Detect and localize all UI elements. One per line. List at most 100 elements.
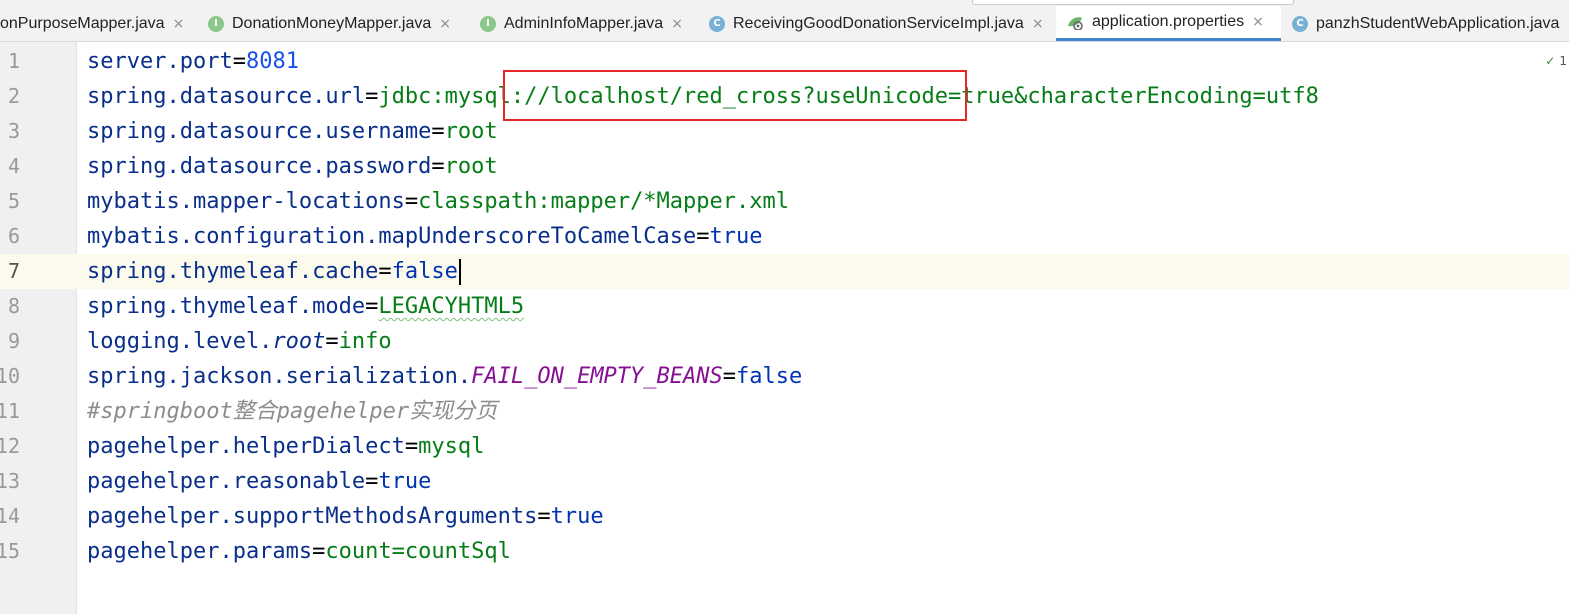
close-icon[interactable]: ×: [439, 16, 451, 32]
code-token: root: [444, 119, 498, 144]
code-token: false: [391, 259, 458, 284]
code-line[interactable]: 7 spring.thymeleaf.cache=false: [0, 254, 1569, 289]
code-token: false: [736, 364, 803, 389]
line-number: 6: [7, 224, 20, 248]
inspection-count: 1: [1559, 54, 1567, 68]
line-number: 15: [0, 539, 20, 563]
code-line[interactable]: 3 spring.datasource.username=root: [0, 114, 1569, 149]
class-icon: C: [709, 15, 725, 32]
code-line[interactable]: 11 #springboot整合pagehelper实现分页: [0, 394, 1569, 429]
close-icon[interactable]: ×: [173, 16, 185, 32]
line-number: 4: [7, 154, 20, 178]
code-token: true: [550, 504, 604, 529]
code-text[interactable]: pagehelper.params=count=countSql: [87, 534, 511, 569]
code-text[interactable]: #springboot整合pagehelper实现分页: [87, 394, 497, 429]
close-icon[interactable]: ×: [671, 16, 683, 32]
code-token: =: [325, 329, 339, 354]
line-number: 14: [0, 504, 20, 528]
code-token: mybatis.configuration.mapUnderscoreToCam…: [87, 224, 697, 249]
line-number: 10: [0, 364, 20, 388]
code-token: jdbc:mysql://localhost/red_cross?useUnic…: [378, 84, 1319, 109]
code-token: #springboot整合pagehelper实现分页: [87, 399, 498, 424]
tab-label: DonationMoneyMapper.java: [232, 14, 432, 32]
code-token: spring.datasource.url: [87, 84, 366, 109]
code-line[interactable]: 2 spring.datasource.url=jdbc:mysql://loca…: [0, 79, 1569, 114]
tab-onpurposemapper[interactable]: onPurposeMapper.java ×: [0, 6, 200, 41]
code-token: LEGACYHTML5: [378, 294, 525, 319]
code-token: 8081: [245, 49, 299, 74]
code-token: info: [338, 329, 392, 354]
code-line[interactable]: 12 pagehelper.helperDialect=mysql: [0, 429, 1569, 464]
code-line[interactable]: 15 pagehelper.params=count=countSql: [0, 534, 1569, 569]
code-token: mysql: [418, 434, 485, 459]
text-caret: [458, 259, 461, 285]
code-token: =: [378, 259, 392, 284]
code-text[interactable]: pagehelper.supportMethodsArguments=true: [87, 499, 604, 534]
line-number: 1: [7, 49, 20, 73]
code-line[interactable]: 13 pagehelper.reasonable=true: [0, 464, 1569, 499]
code-line[interactable]: 8 spring.thymeleaf.mode=LEGACYHTML5: [0, 289, 1569, 324]
tab-admininfomapper[interactable]: I AdminInfoMapper.java ×: [480, 6, 698, 41]
code-line[interactable]: 6 mybatis.configuration.mapUnderscoreToCa…: [0, 219, 1569, 254]
ide-window: onPurposeMapper.java × I DonationMoneyMa…: [0, 0, 1569, 614]
code-token: =: [404, 434, 419, 459]
line-number: 3: [7, 119, 20, 143]
line-number: 5: [7, 189, 20, 213]
code-text[interactable]: mybatis.configuration.mapUnderscoreToCam…: [87, 219, 763, 254]
properties-file-icon: [1066, 14, 1084, 30]
tab-label: panzhStudentWebApplication.java: [1316, 14, 1560, 32]
spring-class-icon: C: [1292, 15, 1308, 32]
tab-donationmoneymapper[interactable]: I DonationMoneyMapper.java ×: [208, 6, 470, 41]
code-text[interactable]: spring.jackson.serialization.FAIL_ON_EMP…: [87, 359, 802, 394]
interface-icon: I: [480, 15, 496, 32]
code-token: mybatis.mapper-locations: [87, 189, 405, 214]
code-token: =: [365, 294, 379, 319]
close-icon[interactable]: ×: [1032, 16, 1044, 32]
code-text[interactable]: spring.datasource.username=root: [87, 114, 498, 149]
code-line[interactable]: 14 pagehelper.supportMethodsArguments=tru…: [0, 499, 1569, 534]
code-token: spring.thymeleaf.mode: [87, 294, 366, 319]
tab-label: onPurposeMapper.java: [0, 14, 165, 32]
line-number: 8: [7, 294, 20, 318]
code-text[interactable]: spring.thymeleaf.mode=LEGACYHTML5: [87, 289, 524, 324]
line-number: 11: [0, 399, 20, 423]
code-text[interactable]: pagehelper.reasonable=true: [87, 464, 431, 499]
code-line[interactable]: 1 server.port=8081: [0, 44, 1569, 79]
code-token: count=countSql: [325, 539, 511, 564]
line-number: 9: [7, 329, 20, 353]
code-text[interactable]: spring.datasource.url=jdbc:mysql://local…: [87, 79, 1319, 114]
code-token: logging.level.: [87, 329, 273, 354]
line-number: 7: [7, 259, 20, 283]
code-token: spring.jackson.serialization.: [87, 364, 472, 389]
code-text[interactable]: spring.thymeleaf.cache=false: [87, 254, 461, 289]
code-text[interactable]: mybatis.mapper-locations=classpath:mappe…: [87, 184, 789, 219]
code-token: =: [537, 504, 551, 529]
tab-label: application.properties: [1092, 13, 1245, 30]
code-token: true: [709, 224, 763, 249]
inspection-widget[interactable]: ✓ 1: [1545, 54, 1567, 68]
editor-tab-bar: onPurposeMapper.java × I DonationMoneyMa…: [0, 6, 1569, 42]
close-icon[interactable]: ×: [1252, 14, 1264, 30]
code-line[interactable]: 9 logging.level.root=info: [0, 324, 1569, 359]
code-token: server.port: [87, 49, 233, 74]
check-icon: ✓: [1545, 54, 1556, 68]
code-token: pagehelper.reasonable: [87, 469, 366, 494]
code-token: pagehelper.supportMethodsArguments: [87, 504, 538, 529]
line-number: 2: [7, 84, 20, 108]
code-editor[interactable]: 1 server.port=8081 2 spring.datasource.url=…: [0, 42, 1569, 614]
code-token: root: [444, 154, 498, 179]
tab-receivinggooddonationserviceimpl[interactable]: C ReceivingGoodDonationServiceImpl.java …: [709, 6, 1059, 41]
tab-application-properties[interactable]: application.properties ×: [1056, 6, 1281, 41]
code-text[interactable]: spring.datasource.password=root: [87, 149, 498, 184]
tab-panzhstudentwebapplication[interactable]: C panzhStudentWebApplication.java: [1292, 6, 1569, 41]
search-everywhere-field[interactable]: [972, 0, 1294, 5]
code-text[interactable]: logging.level.root=info: [87, 324, 392, 359]
line-number: 13: [0, 469, 20, 493]
line-number: 12: [0, 434, 20, 458]
code-line[interactable]: 10 spring.jackson.serialization.FAIL_ON_E…: [0, 359, 1569, 394]
code-line[interactable]: 4 spring.datasource.password=root: [0, 149, 1569, 184]
code-text[interactable]: server.port=8081: [87, 44, 299, 79]
code-text[interactable]: pagehelper.helperDialect=mysql: [87, 429, 484, 464]
code-token: =: [365, 469, 379, 494]
code-line[interactable]: 5 mybatis.mapper-locations=classpath:mapp…: [0, 184, 1569, 219]
